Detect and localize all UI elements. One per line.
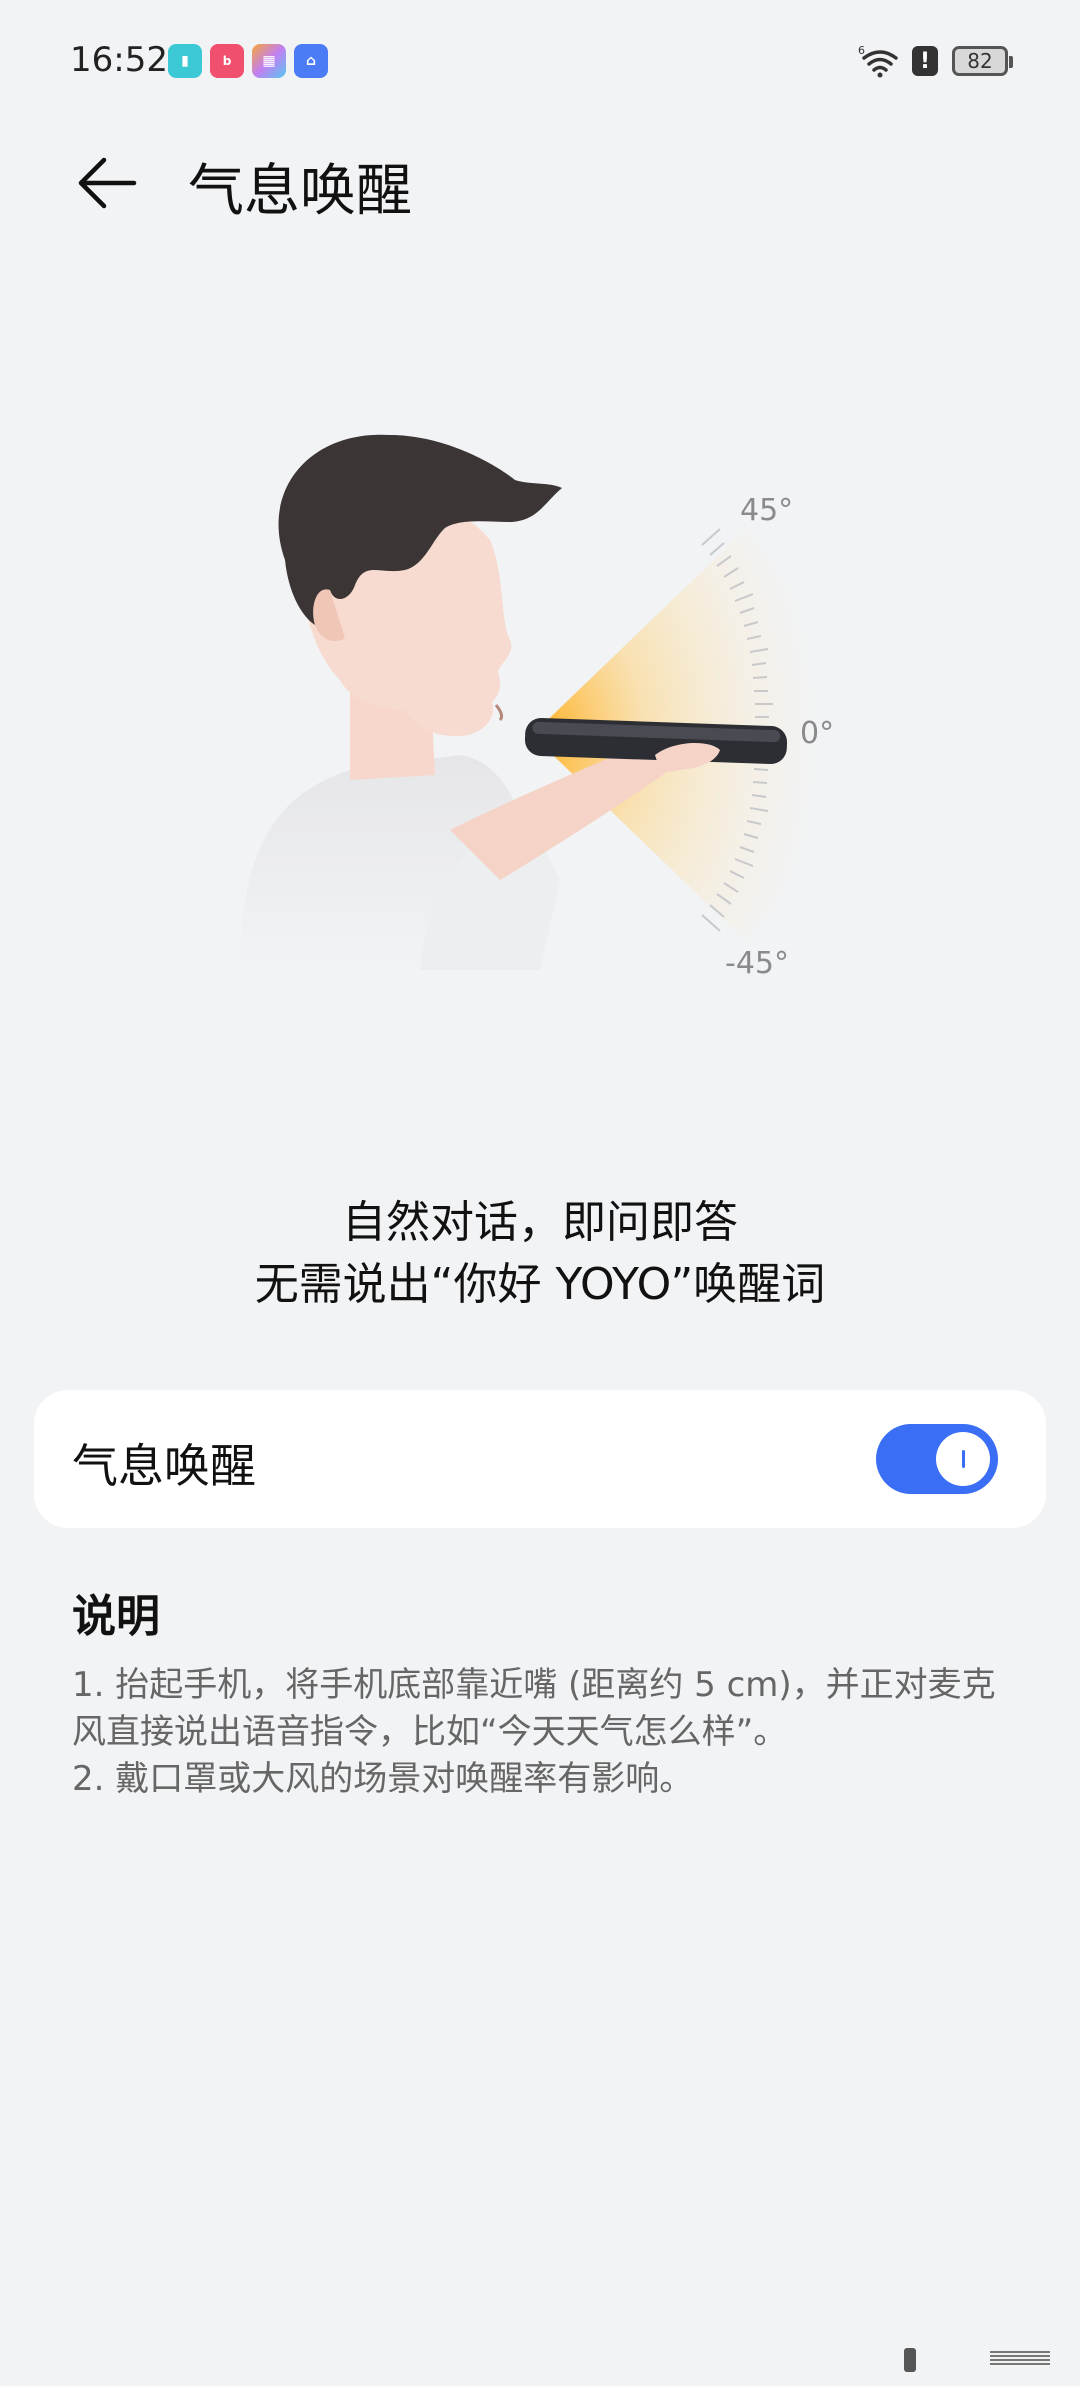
angle-label-bottom: -45° [725,946,789,981]
arrow-left-icon [78,157,137,209]
status-time: 16:52 [70,40,168,80]
description-body: 1. 抬起手机，将手机底部靠近嘴 (距离约 5 cm)，并正对麦克风直接说出语音… [72,1662,1022,1803]
gesture-handle-icon [904,2348,916,2372]
battery-icon: 82 [952,46,1013,76]
back-button[interactable] [72,148,142,218]
intro-text: 自然对话，即问即答 无需说出“你好 YOYO”唤醒词 [0,1192,1080,1316]
status-bar: 16:52 ▮ b ▦ ⌂ 6 ! 82 [0,0,1080,120]
intro-line-2: 无需说出“你好 YOYO”唤醒词 [254,1259,826,1310]
toggle-on-indicator [961,1450,965,1468]
toggle-knob [936,1432,990,1486]
wifi-icon: 6 [858,44,898,78]
intro-line-1: 自然对话，即问即答 [342,1197,738,1248]
description-item-2: 2. 戴口罩或大风的场景对唤醒率有影响。 [72,1759,694,1799]
status-indicators: 6 ! 82 [858,44,1013,78]
alert-icon: ! [912,46,938,76]
book-app-icon: ▮ [168,44,202,78]
notification-app-icons: ▮ b ▦ ⌂ [168,44,328,78]
store-app-icon: ⌂ [294,44,328,78]
description-item-1: 1. 抬起手机，将手机底部靠近嘴 (距离约 5 cm)，并正对麦克风直接说出语音… [72,1665,996,1752]
breath-wake-label: 气息唤醒 [72,1439,256,1493]
description-title: 说明 [72,1591,160,1642]
colorful-app-icon: ▦ [252,44,286,78]
breath-wake-illustration: 45° 0° -45° [200,410,900,1010]
battery-level: 82 [967,49,993,73]
angle-label-mid: 0° [800,716,834,751]
bilibili-app-icon: b [210,44,244,78]
angle-label-top: 45° [740,493,793,528]
breath-wake-card: 气息唤醒 [34,1390,1046,1528]
page-title: 气息唤醒 [188,159,412,224]
breath-wake-toggle[interactable] [876,1424,998,1494]
gesture-bar [0,2342,1080,2382]
signal-label: 6 [858,44,865,57]
page-header: 气息唤醒 [0,130,1080,240]
